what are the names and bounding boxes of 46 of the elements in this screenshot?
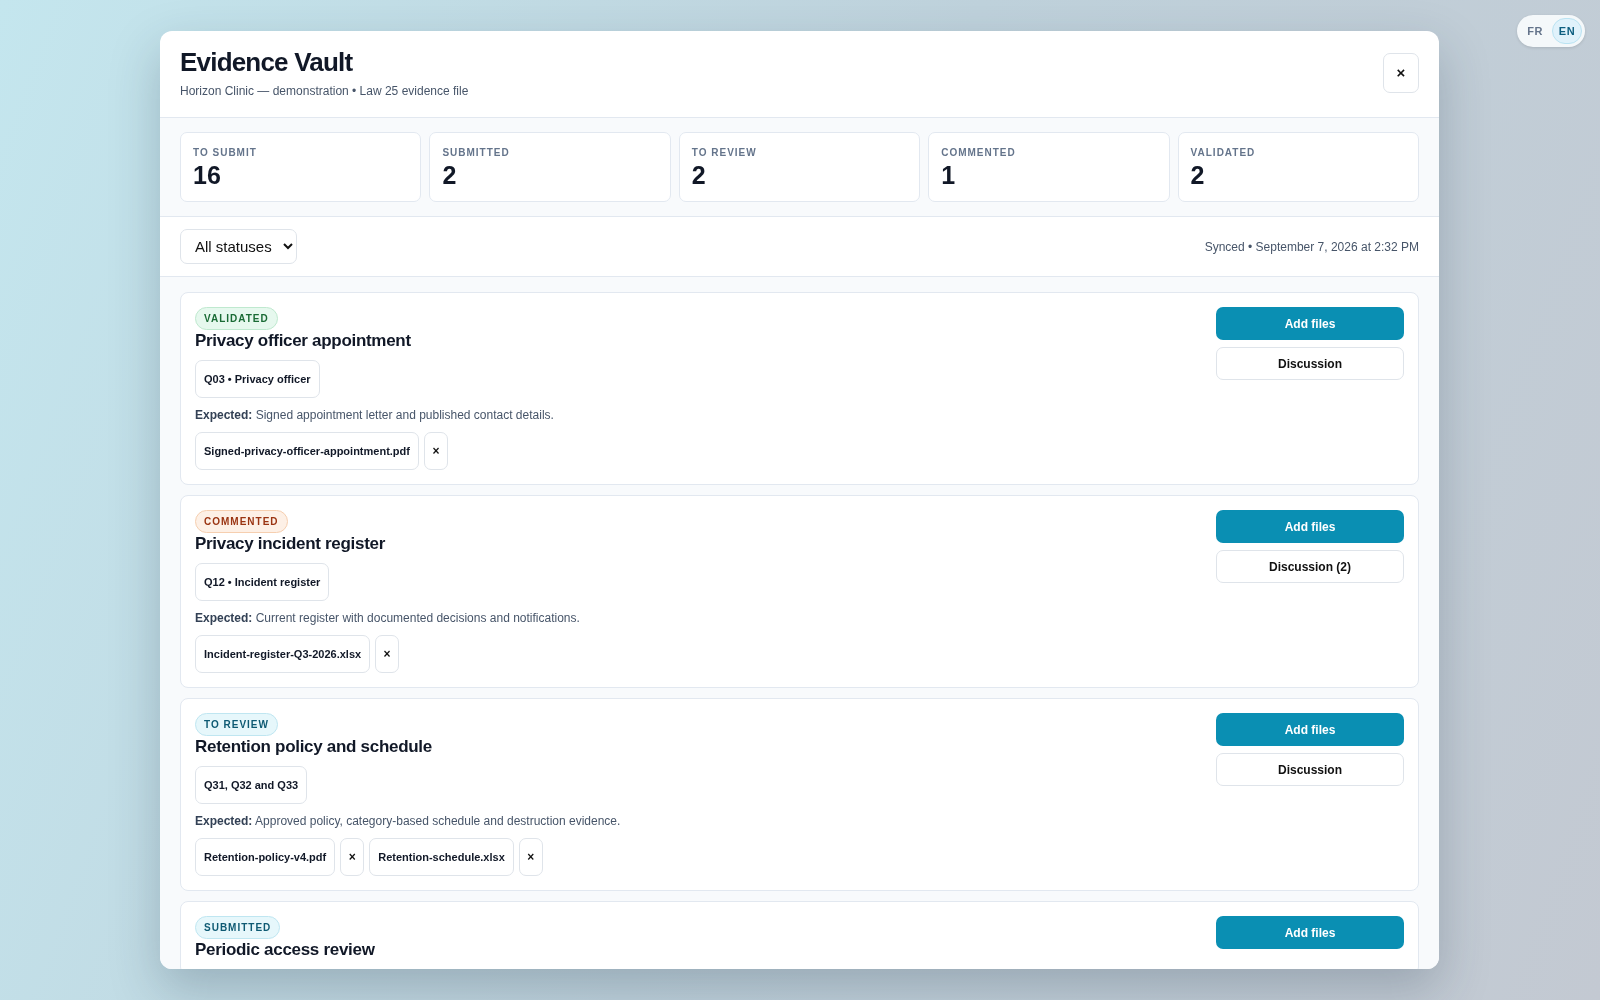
file-chip[interactable]: Retention-schedule.xlsx: [369, 838, 514, 876]
file-chip[interactable]: Retention-policy-v4.pdf: [195, 838, 336, 876]
add-files-button[interactable]: Add files: [1216, 713, 1404, 746]
item-title: Retention policy and schedule: [195, 737, 432, 757]
add-files-button[interactable]: Add files: [1216, 916, 1404, 949]
add-files-button[interactable]: Add files: [1216, 510, 1404, 543]
stat-value: 2: [442, 161, 458, 190]
sync-status: Synced • September 7, 2026 at 2:32 PM: [1204, 239, 1419, 254]
expected-text: Expected: Signed appointment letter and published contact details.: [195, 408, 554, 422]
stat-label: TO REVIEW: [691, 147, 758, 158]
status-badge: VALIDATED: [195, 307, 278, 330]
language-toggle[interactable]: FR: [1520, 18, 1550, 44]
status-badge: SUBMITTED: [195, 916, 281, 939]
stat-value: 16: [193, 161, 222, 190]
status-filter[interactable]: All statuses: [180, 229, 297, 264]
stat-label: VALIDATED: [1190, 147, 1257, 158]
discussion-button[interactable]: Discussion (2): [1216, 550, 1404, 583]
stat-value: 1: [941, 161, 957, 190]
reference-tag: Q12 • Incident register: [195, 563, 330, 601]
expected-text: Expected: Current register with documented decisions and notifications.: [195, 611, 580, 625]
item-title: Privacy incident register: [195, 534, 385, 554]
expected-text: Expected: Approved policy, category-based schedule and destruction evidence.: [195, 814, 621, 828]
subtitle: Horizon Clinic — demonstration • Law 25 evidence file: [180, 84, 469, 98]
item-title: Periodic access review: [195, 940, 375, 960]
language-toggle[interactable]: EN: [1552, 18, 1582, 44]
file-chip[interactable]: Signed-privacy-officer-appointment.pdf: [195, 432, 419, 470]
remove-file-button[interactable]: ×: [375, 635, 400, 673]
discussion-button[interactable]: Discussion: [1216, 753, 1404, 786]
remove-file-button[interactable]: ×: [340, 838, 365, 876]
reference-tag: Q31, Q32 and Q33: [195, 766, 308, 804]
stat-value: 2: [691, 161, 707, 190]
remove-file-button[interactable]: ×: [423, 432, 448, 470]
stat-label: SUBMITTED: [442, 147, 511, 158]
add-files-button[interactable]: Add files: [1216, 307, 1404, 340]
close-button[interactable]: ×: [1383, 52, 1419, 93]
stat-value: 2: [1190, 161, 1206, 190]
status-badge: COMMENTED: [195, 510, 288, 533]
stat-label: TO SUBMIT: [193, 147, 258, 158]
status-badge: TO REVIEW: [195, 713, 278, 736]
remove-file-button[interactable]: ×: [518, 838, 543, 876]
reference-tag: Q03 • Privacy officer: [195, 360, 320, 398]
discussion-button[interactable]: Discussion: [1216, 347, 1404, 380]
file-chip[interactable]: Incident-register-Q3-2026.xlsx: [195, 635, 371, 673]
stat-label: COMMENTED: [941, 147, 1017, 158]
item-title: Privacy officer appointment: [195, 331, 411, 351]
window-title: Evidence Vault: [180, 47, 354, 78]
